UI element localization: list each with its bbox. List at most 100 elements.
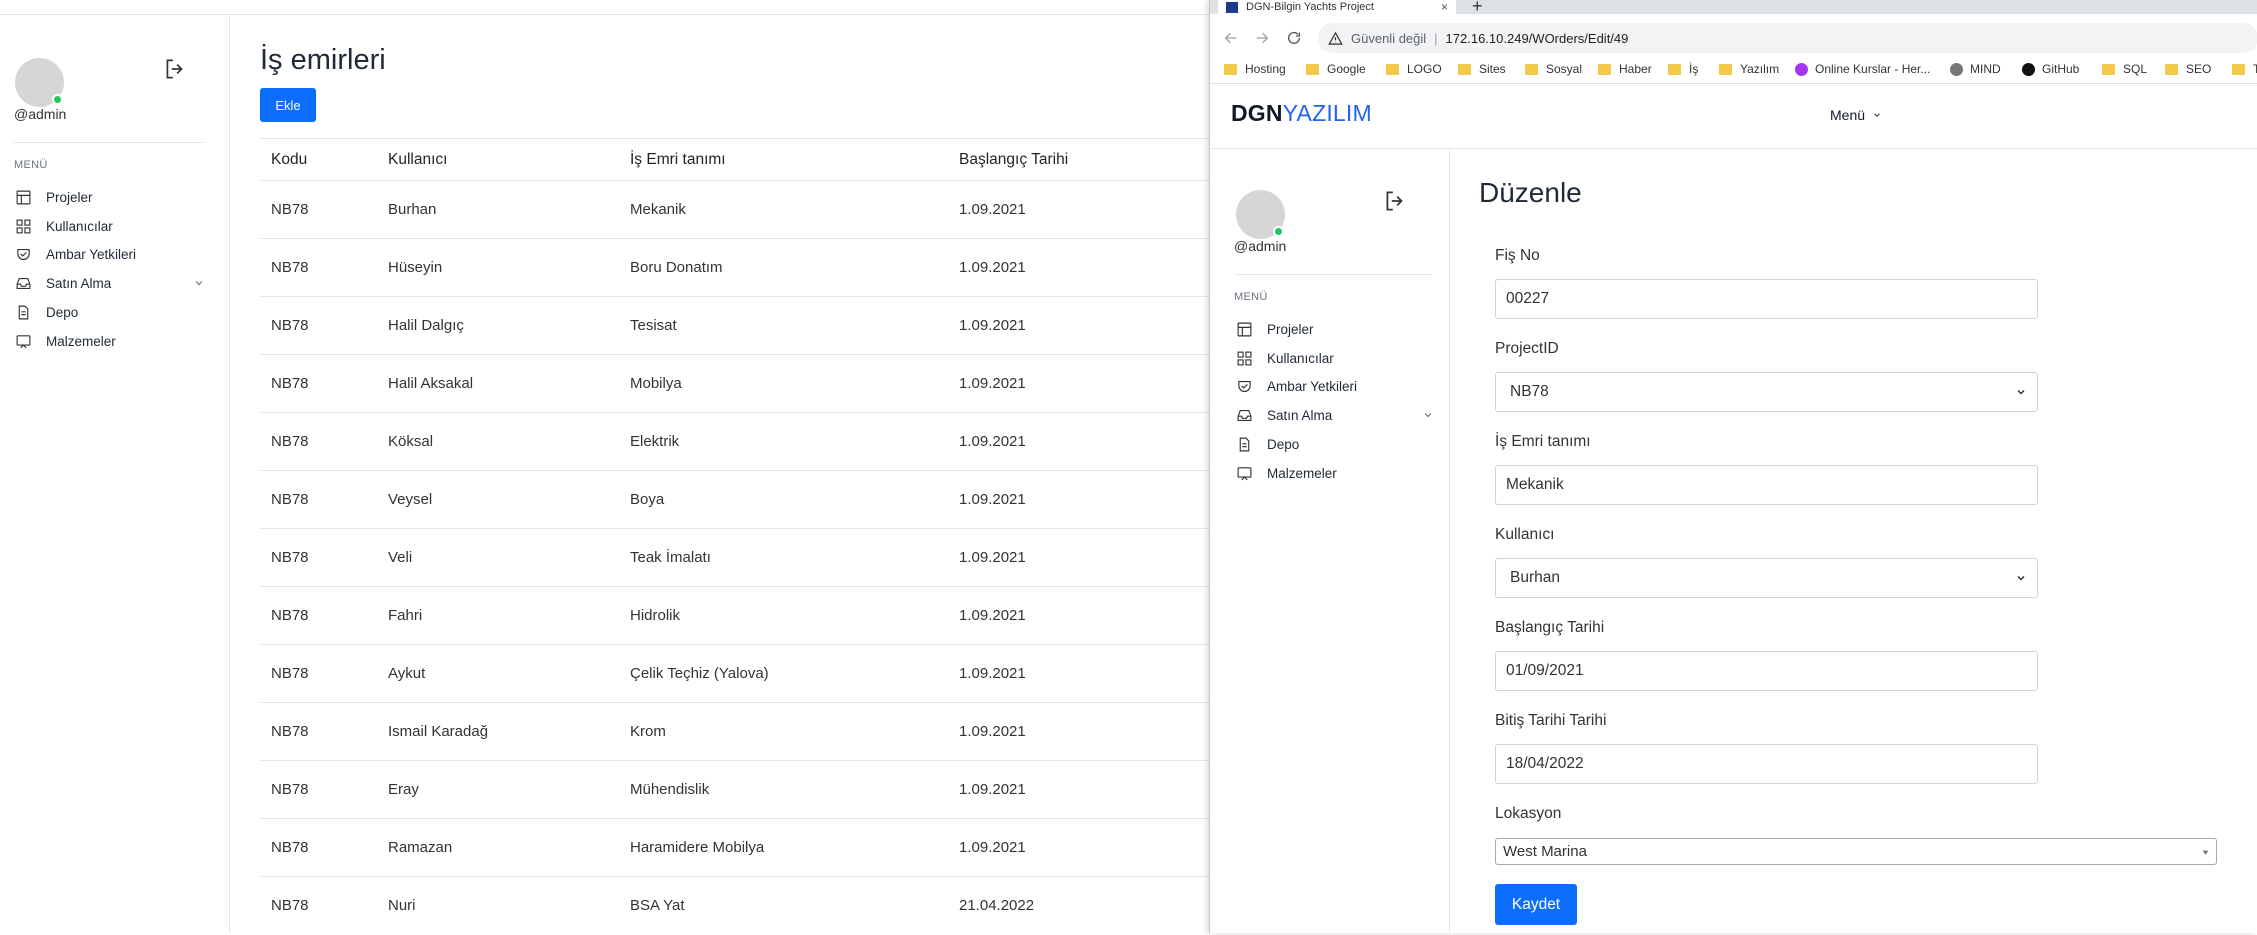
avatar[interactable] — [15, 58, 64, 107]
bookmarks-bar: Hosting Google LOGO Sites Sosyal Haber İ… — [1210, 54, 2257, 84]
browser-tab[interactable]: DGN-Bilgin Yachts Project × — [1218, 0, 1456, 14]
sidebar-item-ambar-yetkileri[interactable]: Ambar Yetkileri — [15, 243, 205, 265]
table-row[interactable]: NB78Halil DalgıçTesisat1.09.20211 — [260, 296, 1260, 355]
site-header: DGNYAZILIM Menü — [1210, 85, 2257, 149]
cell-baslangic-tarihi: 1.09.2021 — [948, 644, 1205, 703]
bookmark-sosyal[interactable]: Sosyal — [1525, 62, 1582, 76]
cell-is-emri-tanimi: Mobilya — [619, 354, 948, 413]
add-button[interactable]: Ekle — [260, 88, 316, 122]
sidebar-item-malzemeler[interactable]: Malzemeler — [15, 330, 205, 352]
kullanici-select[interactable]: Burhan — [1495, 558, 2038, 598]
sidebar-item-label: Kullanıcılar — [1267, 350, 1334, 366]
table-layout-icon — [16, 190, 31, 204]
table-row[interactable]: NB78KöksalElektrik1.09.20211 — [260, 412, 1260, 471]
table-row[interactable]: NB78RamazanHaramidere Mobilya1.09.20211 — [260, 818, 1260, 877]
logout-icon[interactable] — [162, 56, 188, 82]
column-header-kodu[interactable]: Kodu — [260, 138, 377, 181]
bookmark-label: GitHub — [2042, 62, 2080, 76]
table-row[interactable]: NB78FahriHidrolik1.09.20211 — [260, 586, 1260, 645]
chevron-down-icon[interactable] — [193, 277, 205, 289]
bookmark-hosting[interactable]: Hosting — [1224, 62, 1286, 76]
sidebar-item-depo[interactable]: Depo — [1236, 433, 1434, 455]
bookmark-github[interactable]: GitHub — [2022, 62, 2079, 76]
bookmark-is[interactable]: İş — [1668, 62, 1698, 76]
url-text[interactable]: 172.16.10.249/WOrders/Edit/49 — [1446, 31, 1629, 46]
column-header-is-emri-tanimi[interactable]: İş Emri tanımı — [619, 138, 948, 181]
bookmark-yazilim[interactable]: Yazılım — [1719, 62, 1779, 76]
menu-dropdown[interactable]: Menü — [1830, 107, 1882, 123]
forward-arrow-icon[interactable] — [1254, 30, 1270, 46]
sidebar-item-kullanicilar[interactable]: Kullanıcılar — [1236, 347, 1434, 369]
omnibox-separator: | — [1434, 30, 1438, 46]
table-row[interactable]: NB78NuriBSA Yat21.04.20221 — [260, 876, 1260, 935]
close-tab-icon[interactable]: × — [1441, 0, 1448, 14]
cell-kullanici: Halil Dalgıç — [377, 296, 619, 355]
baslangic-tarihi-input[interactable]: 01/09/2021 — [1495, 651, 2038, 691]
bitis-tarihi-label: Bitiş Tarihi Tarihi — [1495, 712, 1607, 729]
project-id-select[interactable]: NB78 — [1495, 372, 2038, 412]
bookmark-label: SQL — [2123, 62, 2148, 76]
cell-kodu: NB78 — [260, 238, 377, 297]
lokasyon-select[interactable]: West Marina — [1495, 838, 2217, 865]
avatar[interactable] — [1236, 190, 1285, 239]
bitis-tarihi-input[interactable]: 18/04/2022 — [1495, 744, 2038, 784]
table-row[interactable]: NB78Ismail KaradağKrom1.09.20211 — [260, 702, 1260, 761]
bookmark-mind[interactable]: MIND — [1950, 62, 2001, 76]
cell-kodu: NB78 — [260, 818, 377, 877]
table-row[interactable]: NB78BurhanMekanik1.09.20211 — [260, 180, 1260, 239]
bookmark-label: MIND — [1970, 62, 2001, 76]
bookmark-label: Google — [1327, 62, 1366, 76]
folder-icon — [1386, 63, 1399, 75]
sidebar-item-kullanicilar[interactable]: Kullanıcılar — [15, 215, 205, 237]
folder-icon — [1719, 63, 1732, 75]
site-favicon-icon — [1226, 1, 1238, 13]
logout-icon[interactable] — [1382, 188, 1408, 214]
sidebar-item-projeler[interactable]: Projeler — [1236, 318, 1434, 340]
reload-icon[interactable] — [1286, 30, 1302, 46]
sidebar-item-label: Ambar Yetkileri — [1267, 378, 1358, 394]
bookmark-online-kurslar[interactable]: Online Kurslar - Her... — [1795, 62, 1930, 76]
bookmark-seo[interactable]: SEO — [2165, 62, 2211, 76]
table-row[interactable]: NB78Halil AksakalMobilya1.09.20211 — [260, 354, 1260, 413]
column-header-kullanici[interactable]: Kullanıcı — [377, 138, 619, 181]
cell-kullanici: Ramazan — [377, 818, 619, 877]
security-label[interactable]: Güvenli değil — [1351, 31, 1426, 46]
sidebar-item-label: Depo — [1267, 436, 1300, 452]
sidebar-item-depo[interactable]: Depo — [15, 301, 205, 323]
brand-logo[interactable]: DGNYAZILIM — [1231, 100, 1372, 127]
sidebar-item-ambar-yetkileri[interactable]: Ambar Yetkileri — [1236, 375, 1434, 397]
baslangic-tarihi-label: Başlangıç Tarihi — [1495, 619, 1605, 636]
cell-is-emri-tanimi: Boya — [619, 470, 948, 529]
folder-icon — [1458, 63, 1471, 75]
sidebar-item-satin-alma[interactable]: Satın Alma — [15, 272, 205, 294]
table-row[interactable]: NB78VeliTeak İmalatı1.09.20211 — [260, 528, 1260, 587]
bookmark-google[interactable]: Google — [1306, 62, 1366, 76]
table-row[interactable]: NB78HüseyinBoru Donatım1.09.20211 — [260, 238, 1260, 297]
back-arrow-icon[interactable] — [1223, 30, 1239, 46]
table-row[interactable]: NB78VeyselBoya1.09.20211 — [260, 470, 1260, 529]
chevron-down-icon[interactable] — [1422, 409, 1434, 421]
table-row[interactable]: NB78ErayMühendislik1.09.20211 — [260, 760, 1260, 819]
sidebar-item-satin-alma[interactable]: Satın Alma — [1236, 404, 1434, 426]
cell-is-emri-tanimi: Mühendislik — [619, 760, 948, 819]
is-emri-tanimi-input[interactable]: Mekanik — [1495, 465, 2038, 505]
folder-icon — [1224, 63, 1237, 75]
sidebar-item-projeler[interactable]: Projeler — [15, 186, 205, 208]
omnibox[interactable]: Güvenli değil | 172.16.10.249/WOrders/Ed… — [1318, 23, 2257, 53]
fis-no-input[interactable]: 00227 — [1495, 279, 2038, 319]
bookmark-logo[interactable]: LOGO — [1386, 62, 1442, 76]
column-header-baslangic-tarihi[interactable]: Başlangıç Tarihi — [948, 138, 1205, 181]
bookmark-sites[interactable]: Sites — [1458, 62, 1506, 76]
sidebar-item-malzemeler[interactable]: Malzemeler — [1236, 462, 1434, 484]
bookmark-te[interactable]: Te — [2232, 62, 2257, 76]
cell-baslangic-tarihi: 1.09.2021 — [948, 528, 1205, 587]
save-button[interactable]: Kaydet — [1495, 884, 1577, 925]
fis-no-label: Fiş No — [1495, 247, 1540, 264]
table-row[interactable]: NB78AykutÇelik Teçhiz (Yalova)1.09.20211 — [260, 644, 1260, 703]
bookmark-haber[interactable]: Haber — [1598, 62, 1652, 76]
bookmark-label: Online Kurslar - Her... — [1815, 62, 1931, 76]
warning-icon[interactable] — [1328, 31, 1343, 46]
bookmark-sql[interactable]: SQL — [2102, 62, 2147, 76]
browser-window: DGN-Bilgin Yachts Project × + Güvenli de… — [1209, 0, 2257, 933]
folder-icon — [2165, 63, 2178, 75]
